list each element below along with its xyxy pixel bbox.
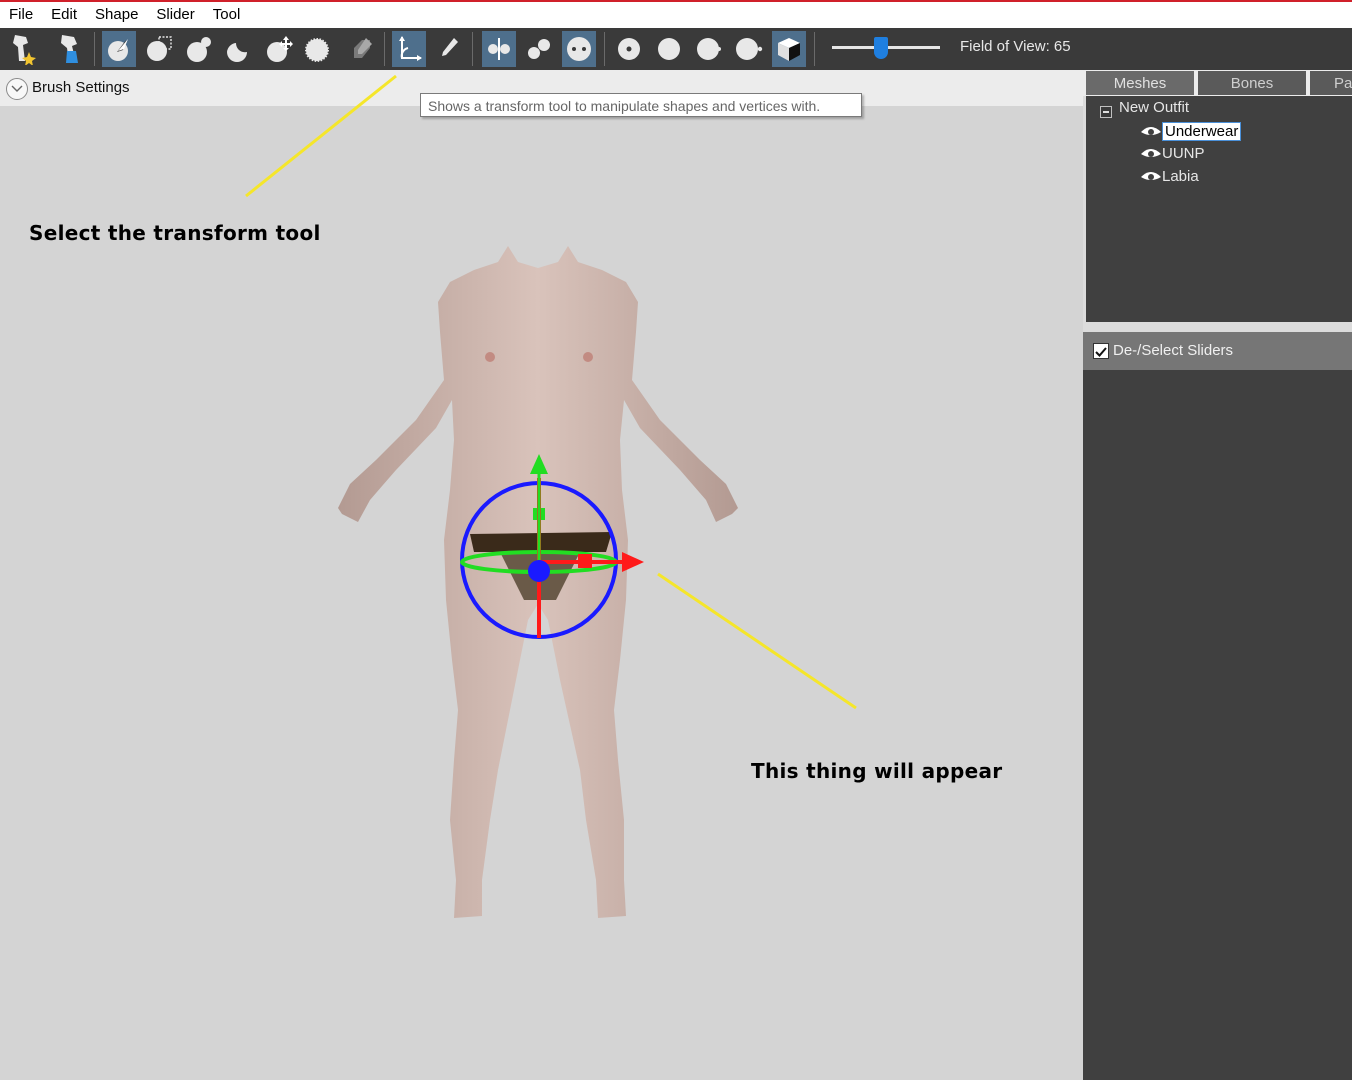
- mesh-label-labia: Labia: [1162, 168, 1199, 185]
- tab-bones[interactable]: Bones: [1198, 71, 1306, 95]
- tree-root-label: New Outfit: [1119, 99, 1190, 116]
- eye-icon[interactable]: [1140, 125, 1162, 139]
- mesh-item-labia[interactable]: Labia: [1140, 168, 1199, 185]
- viewport-overlay: [245, 74, 857, 918]
- eye-icon[interactable]: [1140, 170, 1162, 184]
- sliders-select-checkbox[interactable]: [1093, 343, 1109, 359]
- mesh-label-uunp: UUNP: [1162, 145, 1205, 162]
- mesh-item-uunp[interactable]: UUNP: [1140, 145, 1205, 162]
- checkmark-icon: [1095, 347, 1107, 357]
- sliders-header: De-/Select Sliders: [1083, 332, 1352, 370]
- sliders-select-label: De-/Select Sliders: [1113, 342, 1234, 359]
- mesh-item-underwear[interactable]: Underwear: [1140, 122, 1242, 141]
- annotation-line-gizmo: [657, 572, 857, 710]
- tree-root-item[interactable]: New Outfit: [1119, 99, 1189, 116]
- mesh-label-underwear: Underwear: [1162, 122, 1242, 141]
- tree-collapse-toggle[interactable]: [1100, 106, 1112, 118]
- annotation-select-transform: Select the transform tool: [29, 221, 321, 245]
- panel-tabs: Meshes Bones Pa: [1083, 70, 1352, 96]
- eye-icon[interactable]: [1140, 147, 1162, 161]
- transform-tooltip: Shows a transform tool to manipulate sha…: [420, 93, 862, 117]
- annotation-thing-appear: This thing will appear: [751, 759, 1003, 783]
- sliders-list: [1083, 370, 1352, 1080]
- annotation-line-transform: [245, 74, 397, 198]
- tab-partitions[interactable]: Pa: [1310, 71, 1352, 95]
- tab-meshes[interactable]: Meshes: [1086, 71, 1194, 95]
